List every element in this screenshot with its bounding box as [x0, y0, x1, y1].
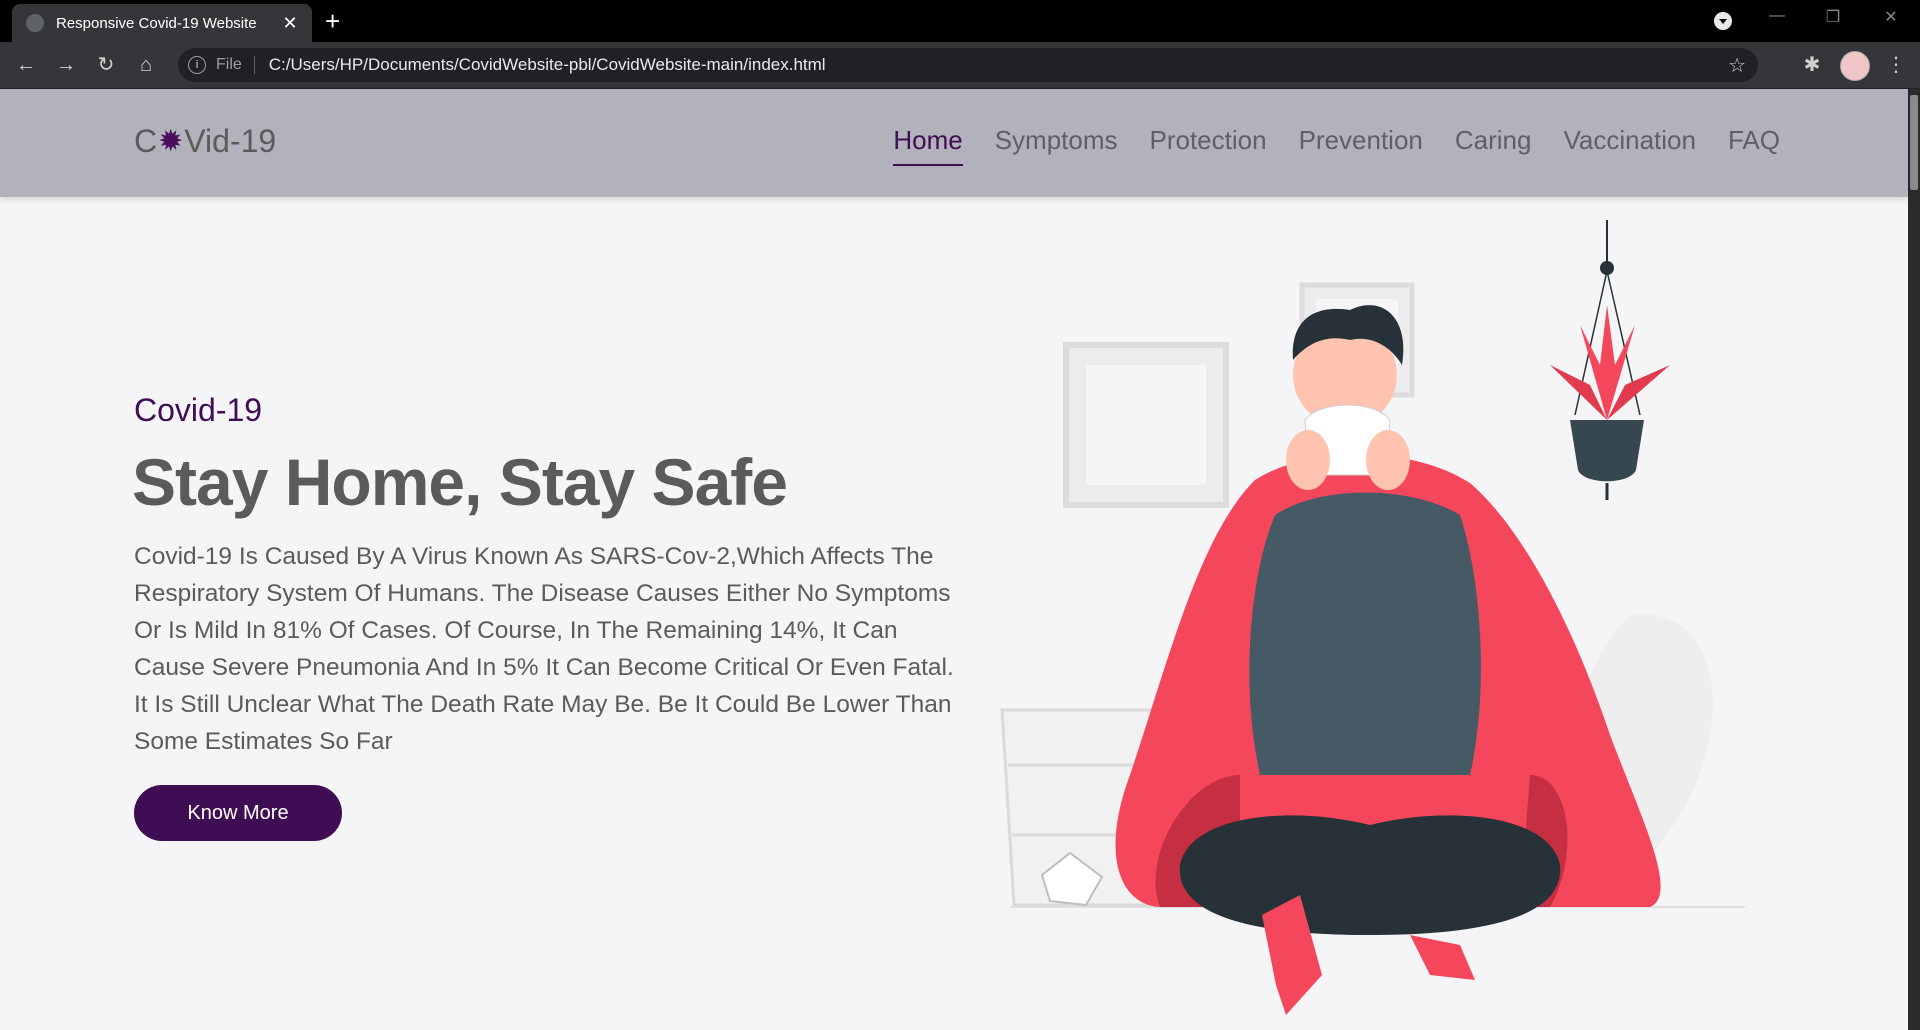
url-text[interactable]: C:/Users/HP/Documents/CovidWebsite-pbl/C…: [269, 55, 826, 75]
close-tab-icon[interactable]: ✕: [278, 13, 302, 34]
minimize-icon[interactable]: —: [1762, 7, 1792, 25]
sick-person-illustration: [1000, 220, 1745, 1015]
close-window-icon[interactable]: ✕: [1876, 7, 1906, 27]
hero-subtitle: Covid-19: [134, 392, 263, 428]
nav-home[interactable]: Home: [893, 125, 963, 166]
nav-protection[interactable]: Protection: [1150, 125, 1267, 166]
site-logo[interactable]: C ✹ Vid-19: [134, 123, 276, 160]
nav-caring[interactable]: Caring: [1455, 125, 1532, 166]
hero-title: Stay Home, Stay Safe: [132, 445, 788, 519]
arrow-right-icon[interactable]: →: [52, 51, 80, 79]
globe-icon: [26, 14, 44, 32]
browser-toolbar: ← → ↻ ⌂ i File C:/Users/HP/Documents/Cov…: [0, 42, 1920, 89]
address-bar[interactable]: i File C:/Users/HP/Documents/CovidWebsit…: [178, 48, 1758, 82]
browser-tab[interactable]: Responsive Covid-19 Website ✕: [12, 4, 312, 42]
home-icon[interactable]: ⌂: [132, 51, 160, 79]
browser-tabbar: Responsive Covid-19 Website ✕ + — ❐ ✕: [0, 0, 1920, 42]
puzzle-icon[interactable]: ✱: [1798, 51, 1826, 79]
new-tab-button[interactable]: +: [325, 6, 340, 37]
info-icon[interactable]: i: [188, 56, 206, 74]
nav-prevention[interactable]: Prevention: [1299, 125, 1423, 166]
hero-description: Covid-19 Is Caused By A Virus Known As S…: [134, 543, 954, 755]
avatar[interactable]: [1840, 51, 1870, 81]
know-more-button[interactable]: Know More: [134, 785, 342, 841]
scroll-thumb[interactable]: [1910, 95, 1918, 190]
star-icon[interactable]: ☆: [1728, 53, 1746, 78]
kebab-menu-icon[interactable]: ⋮: [1882, 51, 1910, 79]
tab-title: Responsive Covid-19 Website: [56, 14, 257, 32]
main-nav: Home Symptoms Protection Prevention Cari…: [893, 125, 1780, 166]
tab-search-icon[interactable]: [1714, 12, 1732, 30]
site-header: C ✹ Vid-19 Home Symptoms Protection Prev…: [0, 89, 1908, 197]
restore-icon[interactable]: ❐: [1818, 7, 1848, 27]
scrollbar[interactable]: [1908, 89, 1920, 1030]
file-label: File: [216, 56, 255, 74]
logo-prefix: C: [134, 123, 158, 159]
arrow-left-icon[interactable]: ←: [12, 51, 40, 79]
virus-icon: ✹: [158, 125, 184, 158]
nav-symptoms[interactable]: Symptoms: [995, 125, 1118, 166]
reload-icon[interactable]: ↻: [92, 51, 120, 79]
nav-vaccination[interactable]: Vaccination: [1563, 125, 1696, 166]
logo-suffix: Vid-19: [184, 123, 277, 159]
nav-faq[interactable]: FAQ: [1728, 125, 1780, 166]
